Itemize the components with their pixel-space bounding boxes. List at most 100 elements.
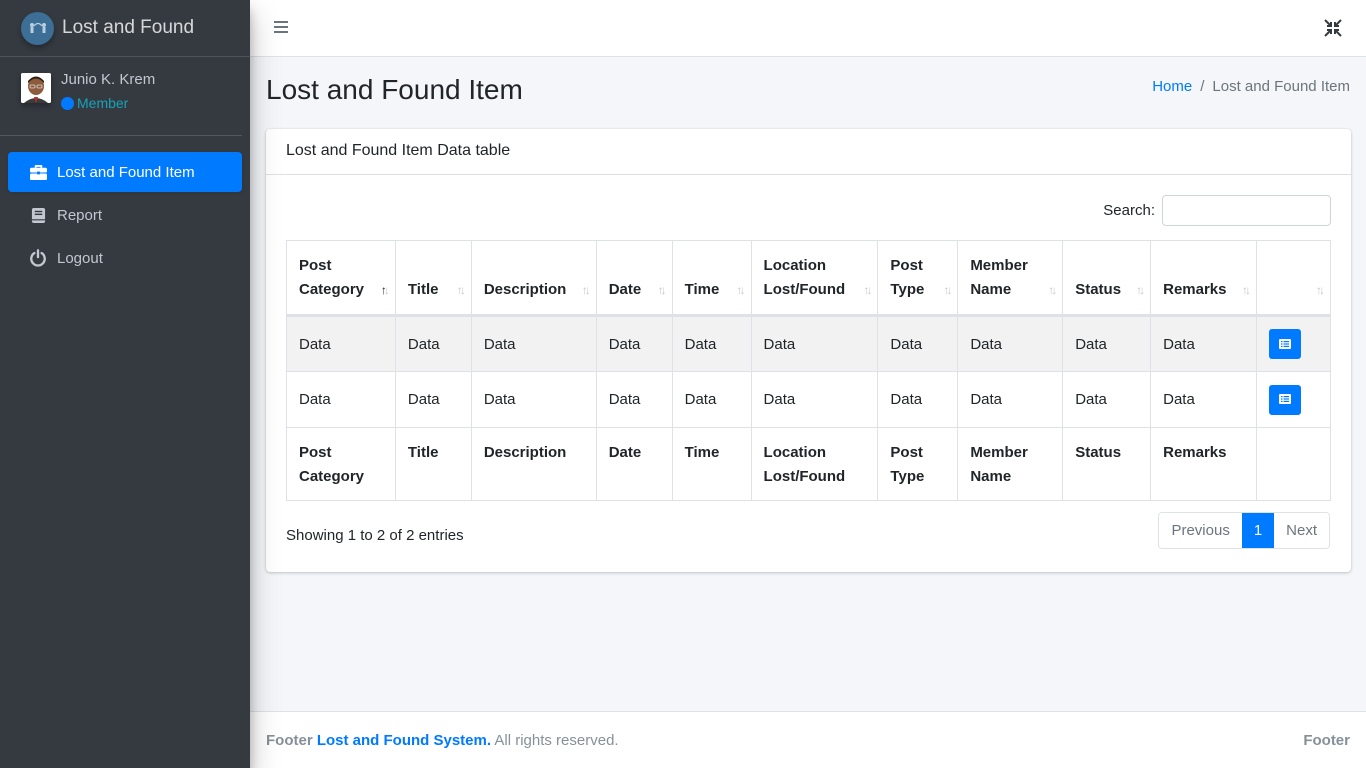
avatar[interactable]: [21, 73, 51, 103]
brand-name: Lost and Found: [62, 17, 195, 38]
column-header-remarks[interactable]: Remarks ↑↓: [1150, 240, 1258, 317]
column-header-action[interactable]: ↑↓: [1256, 240, 1331, 317]
list-icon: [1279, 392, 1292, 407]
column-header-time[interactable]: Time ↑↓: [671, 240, 752, 317]
view-details-button[interactable]: [1269, 329, 1302, 359]
page-title: Lost and Found Item: [266, 74, 523, 105]
user-panel: Junio K. Krem Member: [0, 57, 242, 136]
footer: Footer Lost and Found System. All rights…: [250, 711, 1366, 768]
footer-copyright: Footer Lost and Found System. All rights…: [266, 732, 619, 749]
footer-right-text: Footer: [1303, 732, 1350, 749]
sort-icon: ↑↓: [736, 283, 746, 297]
cell-status: Data: [1062, 371, 1152, 428]
column-header-post-type[interactable]: Post Type ↑↓: [877, 240, 959, 317]
user-role: Member: [61, 95, 155, 111]
brand-link[interactable]: Lost and Found: [0, 0, 250, 57]
footer-system-link[interactable]: Lost and Found System.: [317, 732, 491, 749]
breadcrumb-separator: /: [1200, 78, 1205, 95]
cell-post-type: Data: [877, 315, 959, 372]
next-page-button[interactable]: Next: [1274, 513, 1329, 548]
cell-post-category: Data: [286, 315, 396, 372]
table-footer-row: Post Category Title Description Date Tim…: [286, 427, 1331, 501]
cell-location: Data: [750, 315, 879, 372]
table-row: Data Data Data Data Data Data Data Data …: [286, 371, 1331, 428]
sort-icon: ↑↓: [456, 283, 466, 297]
status-dot-icon: [61, 96, 74, 110]
footer-time: Time: [671, 427, 752, 501]
footer-date: Date: [595, 427, 673, 501]
column-header-description[interactable]: Description ↑↓: [470, 240, 597, 317]
compress-icon[interactable]: [1324, 19, 1342, 37]
data-table-card: Lost and Found Item Data table Search: P…: [266, 129, 1351, 572]
footer-post-type: Post Type: [877, 427, 959, 501]
breadcrumb: Home / Lost and Found Item: [1152, 78, 1350, 95]
sort-icon: ↑↓: [657, 283, 667, 297]
cell-date: Data: [595, 315, 673, 372]
sort-icon: ↑↓: [1242, 283, 1251, 297]
user-role-label: Member: [77, 95, 129, 111]
sort-icon: ↑↓: [1316, 283, 1325, 297]
search-label: Search:: [1103, 202, 1155, 219]
previous-page-button[interactable]: Previous: [1159, 513, 1242, 548]
table-info: Showing 1 to 2 of 2 entries: [286, 527, 464, 544]
sidebar: Lost and Found Junio K. Krem Member Lost…: [0, 0, 250, 768]
sidebar-item-report[interactable]: Report: [8, 195, 242, 235]
search-filter: Search:: [1103, 195, 1331, 226]
cell-time: Data: [671, 371, 752, 428]
cell-status: Data: [1062, 315, 1152, 372]
footer-rights: All rights reserved.: [494, 732, 619, 749]
breadcrumb-current: Lost and Found Item: [1212, 78, 1350, 95]
footer-description: Description: [470, 427, 597, 501]
briefcase-icon: [28, 162, 48, 182]
pagination: Previous 1 Next: [1158, 512, 1330, 549]
footer-prefix: Footer: [266, 732, 313, 749]
column-header-member-name[interactable]: Member Name ↑↓: [957, 240, 1064, 317]
book-icon: [28, 205, 48, 225]
view-details-button[interactable]: [1269, 384, 1302, 415]
power-icon: [28, 248, 48, 268]
data-table: Post Category ↑↓ Title ↑↓ Description ↑↓ Da…: [286, 240, 1331, 501]
column-header-status[interactable]: Status ↑↓: [1062, 240, 1152, 317]
cell-title: Data: [394, 371, 472, 428]
cell-time: Data: [671, 315, 752, 372]
card-title: Lost and Found Item Data table: [266, 129, 1351, 175]
sort-icon: ↑↓: [1136, 283, 1145, 297]
footer-location: Location Lost/Found: [750, 427, 879, 501]
sort-asc-icon: ↑↓: [380, 283, 390, 297]
sidebar-item-logout[interactable]: Logout: [8, 238, 242, 278]
sort-icon: ↑↓: [943, 283, 952, 297]
column-header-location[interactable]: Location Lost/Found ↑↓: [750, 240, 879, 317]
sidebar-item-lost-and-found-item[interactable]: Lost and Found Item: [8, 152, 242, 192]
brand-logo-icon: [21, 11, 54, 45]
sort-icon: ↑↓: [1048, 283, 1057, 297]
breadcrumb-home-link[interactable]: Home: [1152, 78, 1192, 95]
sidebar-item-label: Lost and Found Item: [57, 163, 195, 181]
hamburger-icon[interactable]: [274, 21, 288, 35]
column-header-post-category[interactable]: Post Category ↑↓: [286, 240, 396, 317]
cell-remarks: Data: [1150, 315, 1258, 372]
sidebar-item-label: Logout: [57, 249, 103, 267]
cell-remarks: Data: [1150, 371, 1258, 428]
table-header-row: Post Category ↑↓ Title ↑↓ Description ↑↓ Da…: [286, 240, 1331, 317]
sidebar-nav: Lost and Found Item Report Logout: [0, 136, 250, 278]
content-header: Lost and Found Item Home / Lost and Found …: [266, 57, 1350, 129]
cell-post-category: Data: [286, 371, 396, 428]
column-header-title[interactable]: Title ↑↓: [394, 240, 472, 317]
sidebar-item-label: Report: [57, 206, 103, 224]
search-input[interactable]: [1162, 195, 1331, 226]
footer-post-category: Post Category: [286, 427, 396, 501]
cell-location: Data: [750, 371, 879, 428]
cell-title: Data: [394, 315, 472, 372]
footer-title: Title: [394, 427, 472, 501]
cell-action: [1256, 371, 1331, 428]
cell-action: [1256, 315, 1331, 372]
cell-member-name: Data: [957, 371, 1064, 428]
sort-icon: ↑↓: [863, 283, 872, 297]
footer-action: [1256, 427, 1331, 501]
sort-icon: ↑↓: [581, 283, 591, 297]
column-header-date[interactable]: Date ↑↓: [595, 240, 673, 317]
footer-member-name: Member Name: [957, 427, 1064, 501]
footer-remarks: Remarks: [1150, 427, 1258, 501]
page-button-1[interactable]: 1: [1241, 513, 1275, 548]
user-name[interactable]: Junio K. Krem: [61, 71, 155, 89]
